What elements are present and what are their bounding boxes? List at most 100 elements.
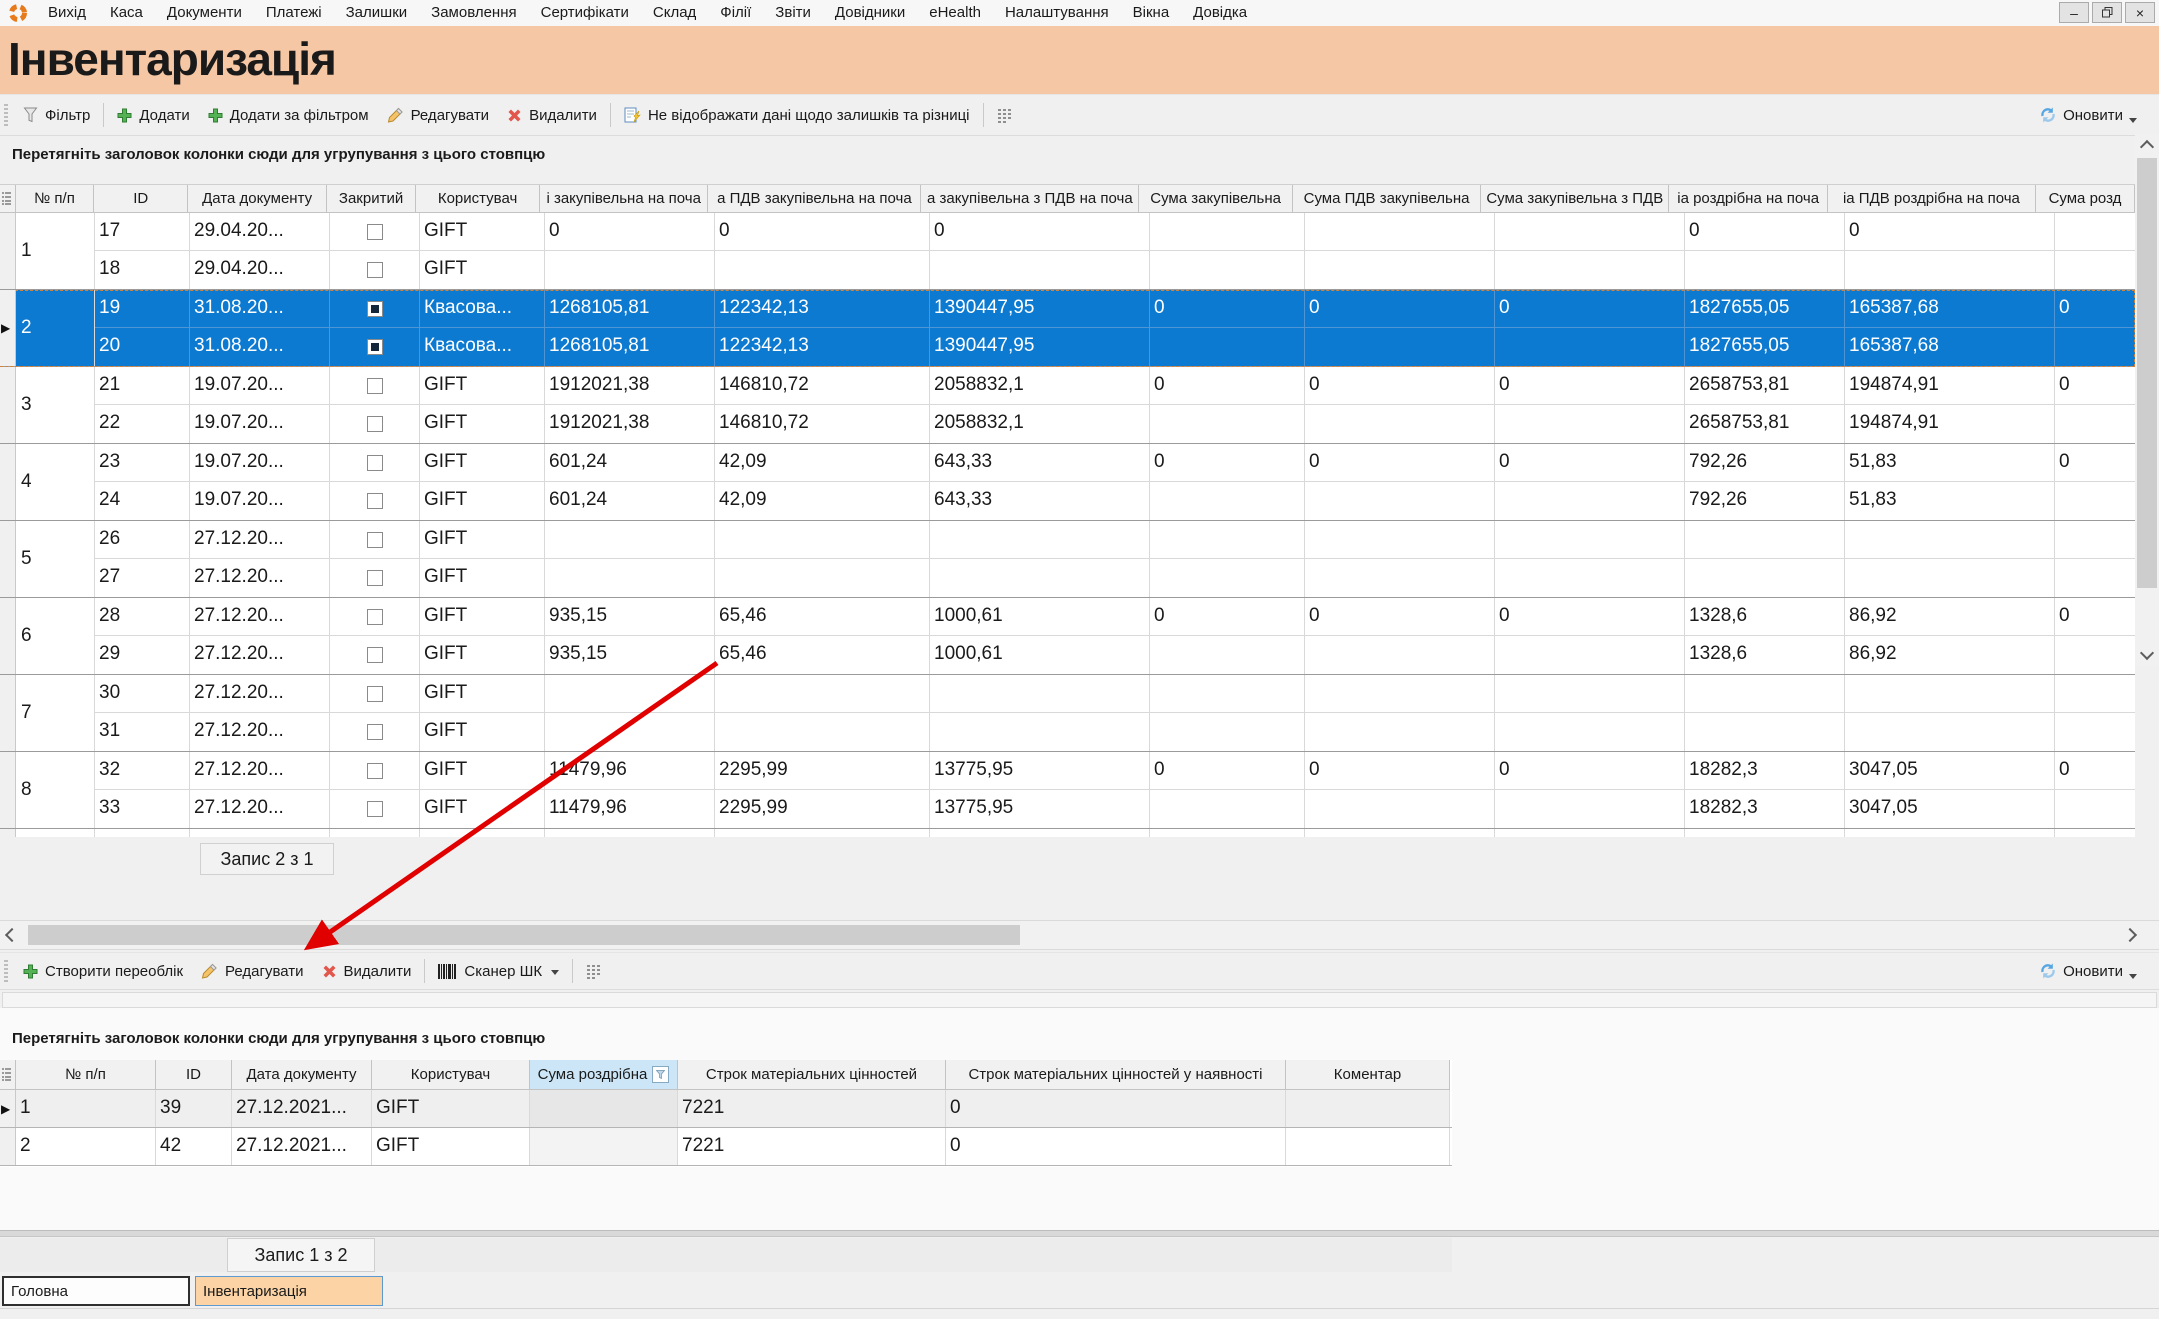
table-row[interactable]: 1829.04.20...GIFT xyxy=(95,251,2135,289)
column-header-11[interactable]: Сума закупівельна з ПДВ xyxy=(1481,185,1669,213)
closed-checkbox[interactable] xyxy=(367,493,383,509)
menu-item-Філії[interactable]: Філії xyxy=(708,0,763,26)
menu-item-Залишки[interactable]: Залишки xyxy=(334,0,420,26)
scroll-right-button[interactable] xyxy=(2121,921,2141,949)
minimize-button[interactable]: – xyxy=(2059,2,2089,23)
table-row[interactable]: 2119.07.20...GIFT1912021,38146810,722058… xyxy=(95,367,2135,405)
menu-item-Склад[interactable]: Склад xyxy=(641,0,708,26)
table-row[interactable]: 3327.12.20...GIFT11479,962295,9913775,95… xyxy=(95,790,2135,828)
toggle-balances-button[interactable]: Не відображати дані щодо залишків та різ… xyxy=(615,95,979,135)
table-row[interactable]: 2219.07.20...GIFT1912021,38146810,722058… xyxy=(95,405,2135,443)
table-row[interactable]: 3427.12.20GIFT645,6845,2690,88000954,862… xyxy=(95,829,2135,837)
table-row[interactable]: 2727.12.20...GIFT xyxy=(95,559,2135,597)
table-row[interactable]: 2927.12.20...GIFT935,1565,461000,611328,… xyxy=(95,636,2135,674)
barcode-scanner-button[interactable]: Сканер ШК xyxy=(429,953,568,989)
table-row[interactable]: 2419.07.20...GIFT601,2442,09643,33792,26… xyxy=(95,482,2135,520)
table-row[interactable]: 1729.04.20...GIFT00000 xyxy=(95,213,2135,251)
table-row[interactable]: 2627.12.20...GIFT xyxy=(95,521,2135,559)
column-header-2[interactable]: ID xyxy=(94,185,188,213)
add-button[interactable]: Додати xyxy=(108,95,198,135)
closed-checkbox[interactable] xyxy=(367,570,383,586)
filter-button[interactable]: Фільтр xyxy=(14,95,99,135)
column-header-8[interactable]: а закупівельна з ПДВ на поча xyxy=(921,185,1139,213)
menu-item-Довідники[interactable]: Довідники xyxy=(823,0,917,26)
vertical-scrollbar-thumb[interactable] xyxy=(2137,158,2157,588)
column-header-1[interactable]: № п/п xyxy=(16,185,94,213)
column-header-5[interactable]: Користувач xyxy=(416,185,540,213)
menu-item-Сертифікати[interactable]: Сертифікати xyxy=(529,0,641,26)
vertical-scrollbar[interactable] xyxy=(2135,134,2159,666)
scroll-up-button[interactable] xyxy=(2135,134,2159,156)
column-header-4[interactable]: Закритий xyxy=(327,185,416,213)
column-header-12[interactable]: іа роздрібна на поча xyxy=(1669,185,1828,213)
tab-Інвентаризація[interactable]: Інвентаризація xyxy=(195,1276,383,1306)
column-header-3[interactable]: Дата документу xyxy=(232,1060,372,1090)
column-header-3[interactable]: Дата документу xyxy=(188,185,327,213)
table-row[interactable]: 2319.07.20...GIFT601,2442,09643,33000792… xyxy=(95,444,2135,482)
create-recount-button[interactable]: Створити переоблік xyxy=(14,953,192,989)
column-header-5[interactable]: Сума роздрібна xyxy=(530,1060,678,1090)
menu-item-Довідка[interactable]: Довідка xyxy=(1181,0,1259,26)
column-header-2[interactable]: ID xyxy=(156,1060,232,1090)
scroll-down-button[interactable] xyxy=(2135,644,2159,666)
closed-checkbox[interactable] xyxy=(367,339,383,355)
menu-item-Звіти[interactable]: Звіти xyxy=(763,0,823,26)
table-row[interactable]: 1931.08.20...Квасова...1268105,81122342,… xyxy=(95,290,2135,328)
edit-recount-button[interactable]: Редагувати xyxy=(192,953,313,989)
toolbar-grip[interactable] xyxy=(4,960,8,982)
column-header-1[interactable]: № п/п xyxy=(16,1060,156,1090)
scanner-dropdown-caret[interactable] xyxy=(551,970,559,975)
scroll-left-button[interactable] xyxy=(0,921,20,949)
closed-checkbox[interactable] xyxy=(367,416,383,432)
closed-checkbox[interactable] xyxy=(367,301,383,317)
edit-button[interactable]: Редагувати xyxy=(378,95,499,135)
closed-checkbox[interactable] xyxy=(367,724,383,740)
column-header-6[interactable]: і закупівельна на поча xyxy=(540,185,708,213)
table-row[interactable]: 24227.12.2021...GIFT72210 xyxy=(0,1128,1452,1166)
table-row[interactable]: 3227.12.20...GIFT11479,962295,9913775,95… xyxy=(95,752,2135,790)
tab-Головна[interactable]: Головна xyxy=(2,1276,190,1306)
columns-button[interactable] xyxy=(988,95,1021,135)
column-header-14[interactable]: Сума розд xyxy=(2036,185,2135,213)
column-header-10[interactable]: Сума ПДВ закупівельна xyxy=(1293,185,1481,213)
closed-checkbox[interactable] xyxy=(367,378,383,394)
horizontal-scrollbar-thumb[interactable] xyxy=(28,925,1020,945)
closed-checkbox[interactable] xyxy=(367,224,383,240)
menu-item-eHealth[interactable]: eHealth xyxy=(917,0,993,26)
columns-button[interactable] xyxy=(577,953,610,989)
close-button[interactable]: × xyxy=(2125,2,2155,23)
delete-button[interactable]: Видалити xyxy=(498,95,606,135)
toolbar-grip[interactable] xyxy=(4,104,8,126)
menu-item-Вікна[interactable]: Вікна xyxy=(1121,0,1182,26)
closed-checkbox[interactable] xyxy=(367,532,383,548)
menu-item-Каса[interactable]: Каса xyxy=(98,0,155,26)
column-header-8[interactable]: Коментар xyxy=(1286,1060,1450,1090)
menu-item-Вихід[interactable]: Вихід xyxy=(36,0,98,26)
refresh-dropdown-caret[interactable] xyxy=(2129,974,2137,979)
closed-checkbox[interactable] xyxy=(367,262,383,278)
closed-checkbox[interactable] xyxy=(367,686,383,702)
column-header-13[interactable]: іа ПДВ роздрібна на поча xyxy=(1828,185,2036,213)
closed-checkbox[interactable] xyxy=(367,455,383,471)
restore-button[interactable] xyxy=(2092,2,2122,23)
closed-checkbox[interactable] xyxy=(367,801,383,817)
table-row[interactable]: 3027.12.20...GIFT xyxy=(95,675,2135,713)
column-header-7[interactable]: а ПДВ закупівельна на поча xyxy=(708,185,921,213)
table-row[interactable]: 2827.12.20...GIFT935,1565,461000,6100013… xyxy=(95,598,2135,636)
table-row[interactable]: ▶13927.12.2021...GIFT72210 xyxy=(0,1090,1452,1128)
table-row[interactable]: 3127.12.20...GIFT xyxy=(95,713,2135,751)
menu-item-Замовлення[interactable]: Замовлення xyxy=(419,0,528,26)
refresh-button-top[interactable]: Оновити xyxy=(2033,95,2143,135)
menu-item-Документи[interactable]: Документи xyxy=(155,0,254,26)
menu-item-Налаштування[interactable]: Налаштування xyxy=(993,0,1121,26)
closed-checkbox[interactable] xyxy=(367,647,383,663)
add-by-filter-button[interactable]: Додати за фільтром xyxy=(199,95,378,135)
closed-checkbox[interactable] xyxy=(367,609,383,625)
table-row[interactable]: 2031.08.20...Квасова...1268105,81122342,… xyxy=(95,328,2135,366)
column-header-7[interactable]: Строк матеріальних цінностей у наявності xyxy=(946,1060,1286,1090)
column-header-9[interactable]: Сума закупівельна xyxy=(1139,185,1293,213)
horizontal-scrollbar[interactable] xyxy=(0,920,2159,950)
refresh-dropdown-caret[interactable] xyxy=(2129,118,2137,123)
column-header-6[interactable]: Строк матеріальних цінностей xyxy=(678,1060,946,1090)
column-header-4[interactable]: Користувач xyxy=(372,1060,530,1090)
